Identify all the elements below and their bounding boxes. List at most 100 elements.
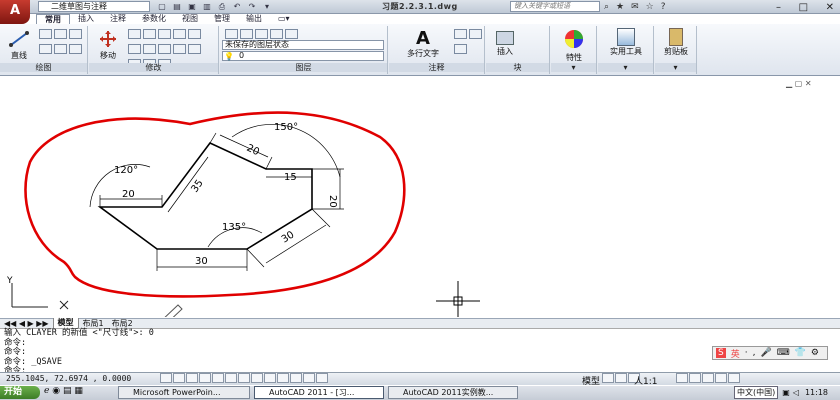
ie-icon[interactable]: ℯ	[44, 386, 49, 396]
search-input[interactable]: 键入关键字或短语	[510, 1, 600, 12]
osnap-toggle[interactable]	[212, 373, 224, 383]
table-icon[interactable]	[454, 44, 467, 54]
ribbon-toggle-icon[interactable]: ▭▾	[270, 14, 298, 24]
polar-toggle[interactable]	[199, 373, 211, 383]
block-panel-label[interactable]: 块	[486, 63, 549, 72]
drawing-canvas[interactable]: 150° 20 120° 15 20 35 20 135° 30 30 Y	[0, 77, 840, 327]
redo-icon[interactable]: ↷	[246, 1, 258, 12]
search-icon[interactable]: ⌕	[604, 2, 609, 12]
close-button[interactable]: ✕	[826, 2, 834, 13]
save-icon[interactable]: ▣	[186, 1, 198, 12]
ime-voice-icon[interactable]: 🎤	[760, 348, 771, 358]
new-file-icon[interactable]: ▢	[156, 1, 168, 12]
clock[interactable]: 11:18	[805, 388, 828, 397]
open-file-icon[interactable]: ▤	[171, 1, 183, 12]
workspace-dropdown[interactable]: 二维草图与注释	[38, 1, 150, 12]
draw-more-icon[interactable]	[69, 44, 82, 54]
otrack-toggle[interactable]	[238, 373, 250, 383]
quick-properties-toggle[interactable]	[303, 373, 315, 383]
tab-view[interactable]: 视图	[174, 14, 206, 24]
quick-access-more-icon[interactable]: ▾	[261, 1, 273, 12]
properties-panel[interactable]: 特性 ▾	[551, 26, 597, 74]
isolate-objects-icon[interactable]	[715, 373, 727, 383]
tab-parametric[interactable]: 参数化	[134, 14, 174, 24]
sogou-logo-icon[interactable]: S	[716, 348, 726, 358]
layout-nav-icon[interactable]: ◀◀ ◀ ▶ ▶▶	[0, 319, 53, 329]
show-desktop-icon[interactable]: ▦	[74, 386, 83, 396]
help-icon[interactable]: ?	[661, 2, 666, 12]
pan-icon[interactable]	[615, 373, 627, 383]
hatch-icon[interactable]	[54, 44, 67, 54]
workspace-switch-icon[interactable]	[689, 373, 701, 383]
print-icon[interactable]: ⎙	[216, 1, 228, 12]
scale-icon[interactable]	[173, 44, 186, 54]
insert-block-button[interactable]: 插入	[488, 30, 522, 57]
save-as-icon[interactable]: ▥	[201, 1, 213, 12]
application-menu-button[interactable]: A	[0, 0, 30, 24]
ime-keyboard-icon[interactable]: ⌨	[777, 348, 790, 358]
layer-lock-icon[interactable]	[285, 29, 298, 39]
viewport-restore-icon[interactable]: ▢	[795, 79, 803, 88]
favorites-icon[interactable]: ☆	[646, 2, 654, 12]
arc-icon[interactable]	[69, 29, 82, 39]
lineweight-toggle[interactable]	[277, 373, 289, 383]
polyline-icon[interactable]	[39, 29, 52, 39]
transparency-toggle[interactable]	[290, 373, 302, 383]
current-layer-dropdown[interactable]: 0	[222, 51, 384, 61]
task-autocad-tutorial[interactable]: AutoCAD 2011实例教...	[388, 386, 518, 399]
task-autocad-active[interactable]: AutoCAD 2011 - [习...	[254, 386, 384, 399]
tab-manage[interactable]: 管理	[206, 14, 238, 24]
media-icon[interactable]: ◉	[52, 386, 60, 396]
annotation-visibility-icon[interactable]	[676, 373, 688, 383]
viewport-close-icon[interactable]: ✕	[805, 79, 812, 88]
network-icon[interactable]: ▣	[782, 388, 790, 397]
tab-insert[interactable]: 插入	[70, 14, 102, 24]
dyn-toggle[interactable]	[264, 373, 276, 383]
tab-layout1[interactable]: 布局1	[79, 319, 108, 329]
3dosnap-toggle[interactable]	[225, 373, 237, 383]
communication-icon[interactable]: ✉	[631, 2, 639, 12]
tab-home[interactable]: 常用	[36, 14, 70, 24]
clipboard-panel[interactable]: 剪贴板 ▾	[655, 26, 697, 74]
utilities-panel[interactable]: 实用工具 ▾	[598, 26, 654, 74]
clean-screen-icon[interactable]	[728, 373, 740, 383]
tab-annotate[interactable]: 注释	[102, 14, 134, 24]
explorer-icon[interactable]: ▤	[63, 386, 72, 396]
rotate-icon[interactable]	[128, 29, 141, 39]
selection-cycling-toggle[interactable]	[316, 373, 328, 383]
ime-skin-icon[interactable]: 👕	[795, 348, 806, 358]
properties-expand-icon[interactable]: ▾	[551, 63, 596, 72]
layer-freeze-icon[interactable]	[270, 29, 283, 39]
mirror-icon[interactable]	[188, 29, 201, 39]
circle-icon[interactable]	[54, 29, 67, 39]
viewport-minimize-icon[interactable]: ▁	[786, 79, 792, 88]
explode-icon[interactable]	[143, 44, 156, 54]
move-button[interactable]: 移动	[91, 30, 125, 61]
annotation-panel-label[interactable]: 注释	[389, 63, 484, 72]
language-indicator[interactable]: 中文(中国)	[734, 386, 779, 399]
modify-panel-label[interactable]: 修改	[89, 63, 218, 72]
ime-punctuation-icon[interactable]: ·	[745, 348, 748, 358]
draw-panel-label[interactable]: 绘图	[0, 63, 87, 72]
ime-language-toggle[interactable]: 英	[731, 347, 740, 360]
linear-dimension-icon[interactable]	[454, 29, 467, 39]
start-button[interactable]: 开始	[0, 386, 40, 399]
tab-output[interactable]: 输出	[238, 14, 270, 24]
layers-panel-label[interactable]: 图层	[220, 63, 387, 72]
utilities-expand-icon[interactable]: ▾	[598, 63, 653, 72]
undo-icon[interactable]: ↶	[231, 1, 243, 12]
quick-view-layouts-icon[interactable]	[602, 373, 614, 383]
line-button[interactable]: 直线	[2, 30, 36, 61]
ime-comma-icon[interactable]: ,	[753, 348, 756, 358]
task-powerpoint[interactable]: Microsoft PowerPoin...	[118, 386, 250, 399]
multiline-text-button[interactable]: A 多行文字	[399, 30, 447, 59]
copy-icon[interactable]	[173, 29, 186, 39]
rectangle-icon[interactable]	[39, 44, 52, 54]
subscription-icon[interactable]: ★	[616, 2, 624, 12]
leader-icon[interactable]	[469, 29, 482, 39]
volume-icon[interactable]: ◁	[793, 388, 799, 397]
trim-icon[interactable]	[143, 29, 156, 39]
stretch-icon[interactable]	[158, 44, 171, 54]
array-icon[interactable]	[188, 44, 201, 54]
fillet-icon[interactable]	[128, 44, 141, 54]
